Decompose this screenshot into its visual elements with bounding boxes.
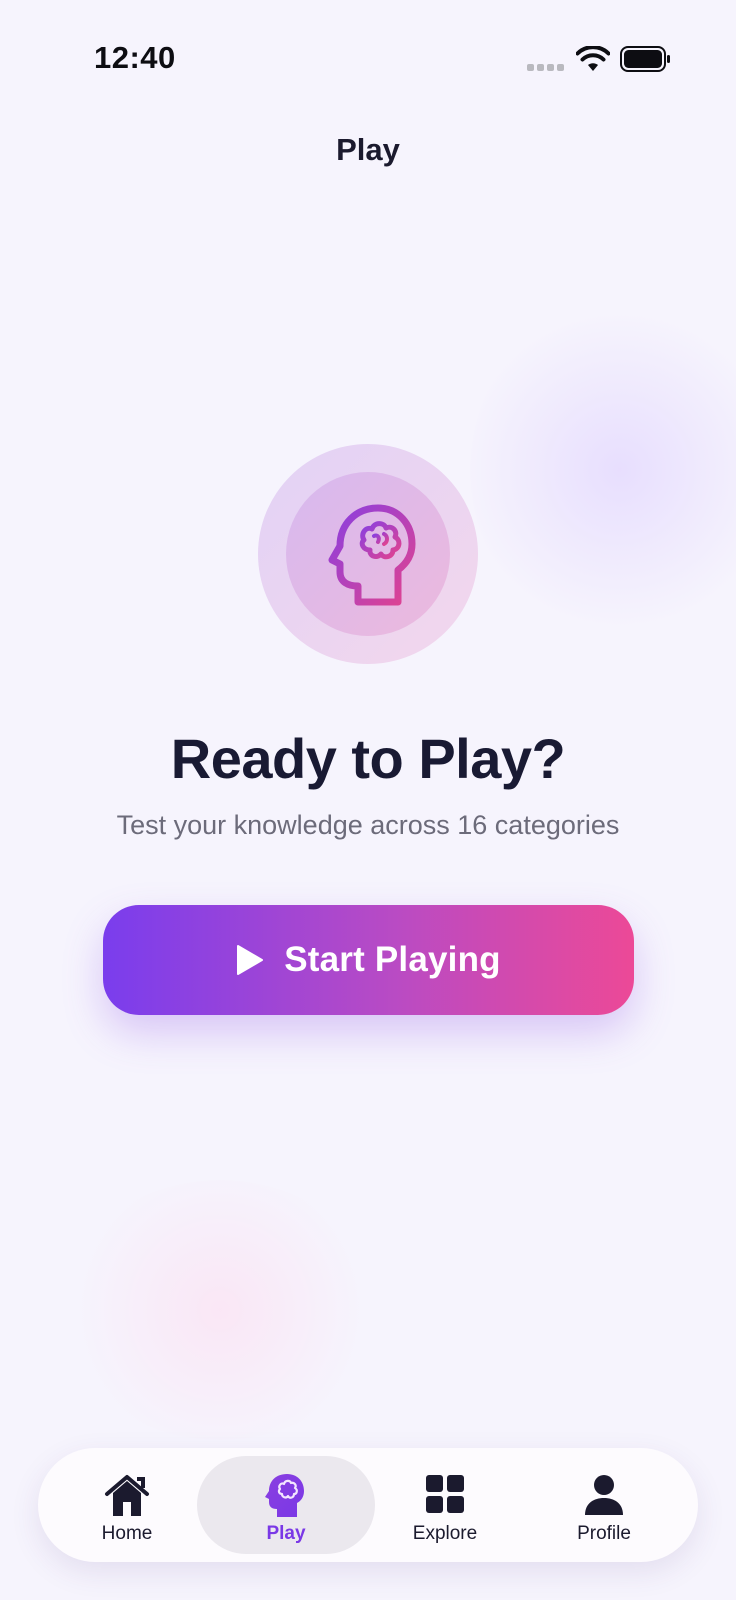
status-bar: 12:40 xyxy=(0,0,736,110)
brain-head-icon xyxy=(265,1474,304,1517)
tab-explore[interactable]: Explore xyxy=(356,1456,534,1554)
wifi-icon xyxy=(576,46,610,71)
tab-play[interactable]: Play xyxy=(197,1456,375,1554)
tab-label: Home xyxy=(101,1523,153,1544)
tab-bar: Home Play Explore Profile xyxy=(38,1448,698,1562)
subtitle: Test your knowledge across 16 categories xyxy=(116,810,620,840)
tab-label: Explore xyxy=(412,1523,478,1544)
battery-icon xyxy=(620,46,670,72)
tab-label: Profile xyxy=(577,1523,631,1544)
signal-icon xyxy=(527,64,567,72)
background-glow xyxy=(470,300,736,640)
home-icon xyxy=(105,1475,149,1516)
tab-profile[interactable]: Profile xyxy=(515,1456,693,1554)
grid-icon xyxy=(426,1475,464,1513)
status-time: 12:40 xyxy=(94,40,176,75)
tab-label: Play xyxy=(266,1523,306,1544)
background-glow xyxy=(60,1180,380,1440)
page-title: Play xyxy=(336,132,400,167)
start-playing-button[interactable]: Start Playing xyxy=(103,905,634,1015)
person-icon xyxy=(585,1475,623,1515)
hero-icon-badge xyxy=(258,444,478,664)
tab-home[interactable]: Home xyxy=(38,1456,216,1554)
play-icon xyxy=(237,945,264,975)
brain-head-icon xyxy=(328,504,416,606)
start-playing-label: Start Playing xyxy=(284,940,501,979)
headline: Ready to Play? xyxy=(170,727,566,790)
